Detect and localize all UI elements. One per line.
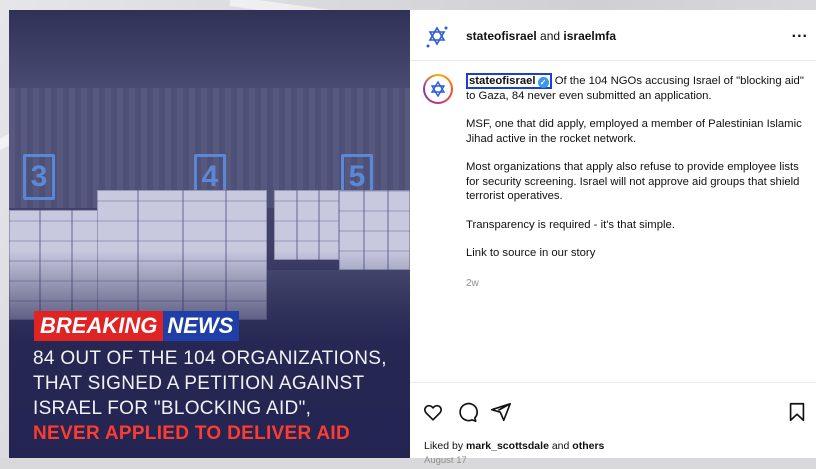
caption-username: stateofisrael (469, 75, 536, 87)
liked-prefix: Liked by (424, 440, 467, 452)
bookmark-icon[interactable] (786, 401, 808, 423)
headline-alert: NEVER APPLIED TO DELIVER AID (33, 423, 351, 444)
breaking-label: BREAKING (34, 311, 164, 341)
star-of-david-icon (430, 80, 446, 98)
headline-line: THAT SIGNED A PETITION AGAINST (33, 373, 365, 394)
wall-number-3: 3 (23, 154, 55, 200)
post-image[interactable]: 3 4 5 BREAKING NEWS 84 OUT OF THE 104 OR… (9, 10, 410, 458)
liked-joiner: and (548, 440, 573, 452)
headline: 84 OUT OF THE 104 ORGANIZATIONS, THAT SI… (33, 346, 387, 446)
post-date: August 17 (424, 455, 467, 466)
account-link-israelmfa[interactable]: israelmfa (563, 29, 616, 43)
post-caption: stateofisrael ✓ Of the 104 NGOs accusing … (466, 73, 806, 275)
collab-joiner: and (536, 29, 564, 43)
caption-paragraph: Transparency is required - it's that sim… (466, 218, 675, 231)
caption-paragraph: Link to source in our story (466, 247, 596, 259)
post-detail-panel: stateofisrael and israelmfa ... stateofi… (410, 10, 816, 466)
headline-line: ISRAEL FOR "BLOCKING AID", (33, 398, 312, 419)
action-bar: Liked by mark_scottsdale and others Augu… (410, 382, 816, 469)
liked-others-link[interactable]: others (572, 440, 604, 452)
breaking-news-banner: BREAKING NEWS (34, 311, 240, 341)
verified-badge-icon: ✓ (537, 77, 549, 88)
liked-user-link[interactable]: mark_scottsdale (466, 440, 549, 452)
caption-avatar[interactable] (423, 74, 453, 104)
caption-paragraph: Most organizations that apply also refus… (466, 161, 800, 202)
caption-username-link[interactable]: stateofisrael ✓ (466, 73, 552, 89)
post-header: stateofisrael and israelmfa ... (410, 10, 816, 61)
star-of-david-icon (426, 26, 448, 48)
headline-line: 84 OUT OF THE 104 ORGANIZATIONS, (33, 348, 387, 369)
warehouse-ceiling (9, 10, 410, 88)
heart-icon[interactable] (422, 401, 444, 423)
comment-icon[interactable] (456, 401, 478, 423)
liked-by: Liked by mark_scottsdale and others (424, 440, 604, 452)
account-avatar[interactable] (424, 24, 448, 48)
collab-accounts: stateofisrael and israelmfa (466, 29, 616, 43)
share-icon[interactable] (490, 401, 512, 423)
news-label: NEWS (163, 311, 240, 341)
account-link-stateofisrael[interactable]: stateofisrael (466, 29, 537, 43)
caption-time[interactable]: 2w (466, 278, 479, 289)
more-options-button[interactable]: ... (792, 24, 808, 42)
caption-paragraph: MSF, one that did apply, employed a memb… (466, 118, 802, 145)
